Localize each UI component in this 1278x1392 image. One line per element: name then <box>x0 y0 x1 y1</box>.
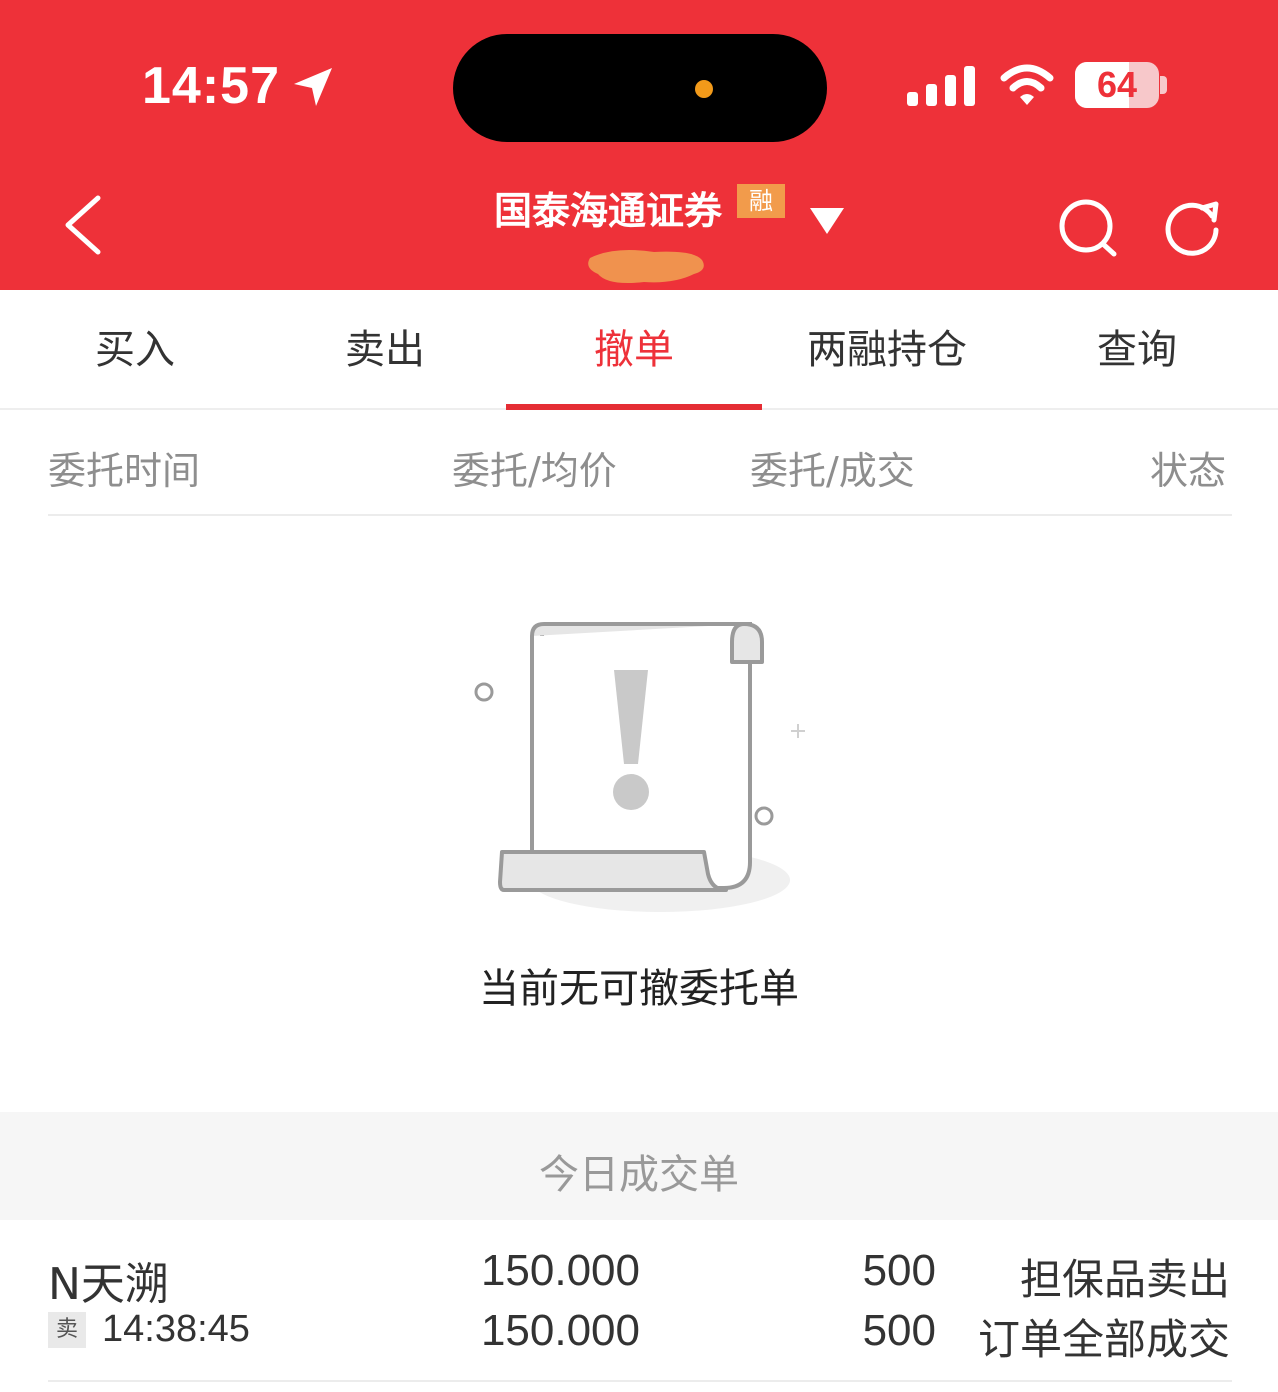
order-price: 150.000 <box>480 1246 640 1295</box>
privacy-indicator-dot <box>695 80 713 98</box>
broker-name[interactable]: 国泰海通证券 <box>494 180 722 235</box>
signal-icon <box>907 66 975 106</box>
trade-row[interactable]: N天溯 卖 14:38:45 150.000 150.000 500 500 担… <box>0 1220 1278 1392</box>
average-price: 150.000 <box>480 1306 640 1355</box>
column-header-order-time: 委托时间 <box>48 449 201 493</box>
row-divider <box>48 1380 1232 1382</box>
column-header-order-qty: 委托/成交 <box>750 449 915 493</box>
search-icon[interactable] <box>1056 196 1120 260</box>
location-arrow-icon <box>294 68 332 106</box>
refresh-icon[interactable] <box>1160 194 1224 258</box>
tab-sell[interactable]: 卖出 <box>260 290 510 410</box>
back-icon[interactable] <box>60 194 104 256</box>
today-trades-title: 今日成交单 <box>539 1152 739 1198</box>
margin-account-badge: 融 <box>737 184 785 218</box>
tab-query[interactable]: 查询 <box>1012 290 1262 410</box>
column-header-order-price: 委托/均价 <box>452 449 617 493</box>
empty-state-message: 当前无可撤委托单 <box>479 966 799 1012</box>
wifi-icon <box>1000 64 1054 105</box>
order-status: 订单全部成交 <box>977 1315 1230 1364</box>
active-tab-indicator <box>506 404 762 410</box>
battery-percentage: 64 <box>1096 64 1138 105</box>
side-badge: 卖 <box>48 1312 86 1348</box>
tab-margin-positions[interactable]: 两融持仓 <box>762 290 1012 410</box>
account-redaction-mark <box>588 250 704 283</box>
status-time: 14:57 <box>142 57 280 115</box>
column-header-status: 状态 <box>1150 449 1227 493</box>
dynamic-island <box>453 34 827 142</box>
dropdown-icon[interactable] <box>808 206 846 236</box>
empty-document-icon <box>474 622 805 912</box>
battery-icon: 64 <box>1075 62 1159 108</box>
trade-tabs: 买入 卖出 撤单 两融持仓 查询 <box>0 290 1278 410</box>
tab-cancel-order[interactable]: 撤单 <box>506 290 762 410</box>
stock-name: N天溯 <box>48 1259 169 1310</box>
header-divider <box>48 514 1232 516</box>
trade-time: 14:38:45 <box>102 1308 250 1350</box>
tab-buy[interactable]: 买入 <box>10 290 260 410</box>
battery-cap <box>1160 76 1167 94</box>
order-type: 担保品卖出 <box>1019 1255 1230 1304</box>
